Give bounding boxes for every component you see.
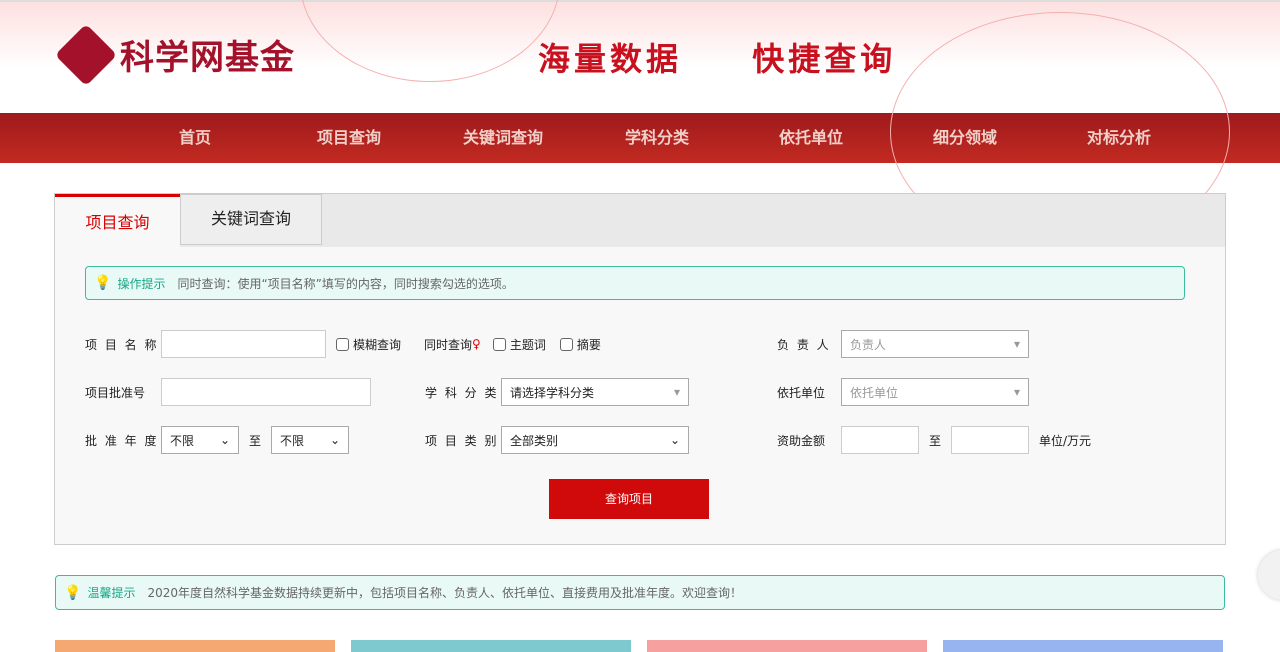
amount-max-input[interactable] (951, 426, 1030, 454)
amount-label: 资助金额 (777, 433, 826, 448)
abstract-checkbox[interactable] (559, 337, 573, 351)
notice-title: 温馨提示 (87, 586, 136, 600)
leader-label: 负 责 人 (777, 337, 831, 352)
approval-number-input[interactable] (161, 378, 371, 406)
operation-tip: 💡 操作提示 同时查询：使用“项目名称”填写的内容，同时搜索勾选的选项。 (85, 266, 1185, 300)
nav-project-search[interactable]: 项目查询 (272, 113, 426, 163)
year-from-value: 不限 (170, 433, 195, 448)
amount-unit: 单位/万元 (1039, 433, 1092, 448)
globe-decoration (300, 0, 560, 82)
unit-placeholder: 依托单位 (850, 385, 899, 400)
simul-label: 同时查询 (424, 337, 473, 352)
project-name-input[interactable] (161, 330, 326, 358)
stat-card[interactable] (647, 640, 927, 652)
stat-card[interactable] (55, 640, 335, 652)
unit-select[interactable]: 依托单位 ▾ (841, 378, 1029, 406)
to-label: 至 (249, 433, 262, 448)
logo-text: 科学网基金 (120, 38, 295, 78)
chevron-down-icon: ⌄ (329, 433, 341, 447)
lightbulb-icon: 💡 (64, 584, 82, 601)
nav-institution[interactable]: 依托单位 (734, 113, 888, 163)
notice-tip: 💡 温馨提示 2020年度自然科学基金数据持续更新中，包括项目名称、负责人、依托… (55, 575, 1225, 610)
nav-discipline[interactable]: 学科分类 (580, 113, 734, 163)
year-to-select[interactable]: 不限 ⌄ (271, 426, 350, 454)
project-name-label: 项 目 名 称 (85, 337, 159, 352)
year-to-value: 不限 (280, 433, 305, 448)
dropdown-arrow-icon: ▾ (1013, 337, 1020, 351)
unit-label: 依托单位 (777, 385, 826, 400)
search-panel: 项目查询 关键词查询 💡 操作提示 同时查询：使用“项目名称”填写的内容，同时搜… (54, 193, 1226, 545)
stat-card[interactable] (351, 640, 631, 652)
tip-title: 操作提示 (117, 276, 166, 291)
lightbulb-icon: 💡 (94, 275, 112, 291)
slogan: 海量数据 快捷查询 (538, 40, 897, 78)
header: 科学网基金 海量数据 快捷查询 (0, 0, 1280, 252)
search-project-button[interactable]: 查询项目 (549, 479, 709, 519)
leader-placeholder: 负责人 (850, 337, 887, 352)
discipline-label: 学 科 分 类 (425, 385, 499, 400)
nav-keyword-search[interactable]: 关键词查询 (426, 113, 580, 163)
amount-min-input[interactable] (841, 426, 919, 454)
type-select[interactable]: 全部类别 ⌄ (501, 426, 689, 454)
year-label: 批 准 年 度 (85, 433, 159, 448)
chevron-down-icon: ⌄ (219, 433, 230, 447)
to-label: 至 (929, 433, 942, 448)
subject-word-label: 主题词 (509, 337, 546, 352)
leader-select[interactable]: 负责人 ▾ (841, 330, 1029, 358)
stat-card[interactable] (943, 640, 1223, 652)
discipline-select[interactable]: 请选择学科分类 ▾ (501, 378, 689, 406)
discipline-value: 请选择学科分类 (510, 385, 595, 400)
chevron-down-icon: ⌄ (669, 433, 680, 447)
fuzzy-checkbox[interactable] (336, 337, 349, 351)
dropdown-arrow-icon: ▾ (1013, 385, 1020, 399)
abstract-label: 摘要 (576, 337, 601, 352)
float-button[interactable] (1258, 550, 1280, 600)
logo[interactable]: 科学网基金 (54, 23, 295, 86)
dropdown-arrow-icon: ▾ (673, 385, 680, 399)
tab-project-search[interactable]: 项目查询 (55, 194, 180, 247)
type-label: 项 目 类 别 (425, 433, 499, 448)
nav-home[interactable]: 首页 (118, 113, 272, 163)
approval-number-label: 项目批准号 (85, 385, 146, 400)
subject-word-checkbox[interactable] (492, 337, 506, 351)
lightbulb-icon: ♀ (472, 337, 481, 351)
fuzzy-label: 模糊查询 (353, 337, 402, 352)
year-from-select[interactable]: 不限 ⌄ (161, 426, 239, 454)
tip-text: 同时查询：使用“项目名称”填写的内容，同时搜索勾选的选项。 (177, 276, 514, 291)
tab-keyword-search[interactable]: 关键词查询 (180, 194, 322, 245)
notice-text: 2020年度自然科学基金数据持续更新中，包括项目名称、负责人、依托单位、直接费用… (147, 586, 742, 600)
type-value: 全部类别 (510, 433, 559, 448)
logo-icon (54, 23, 118, 86)
